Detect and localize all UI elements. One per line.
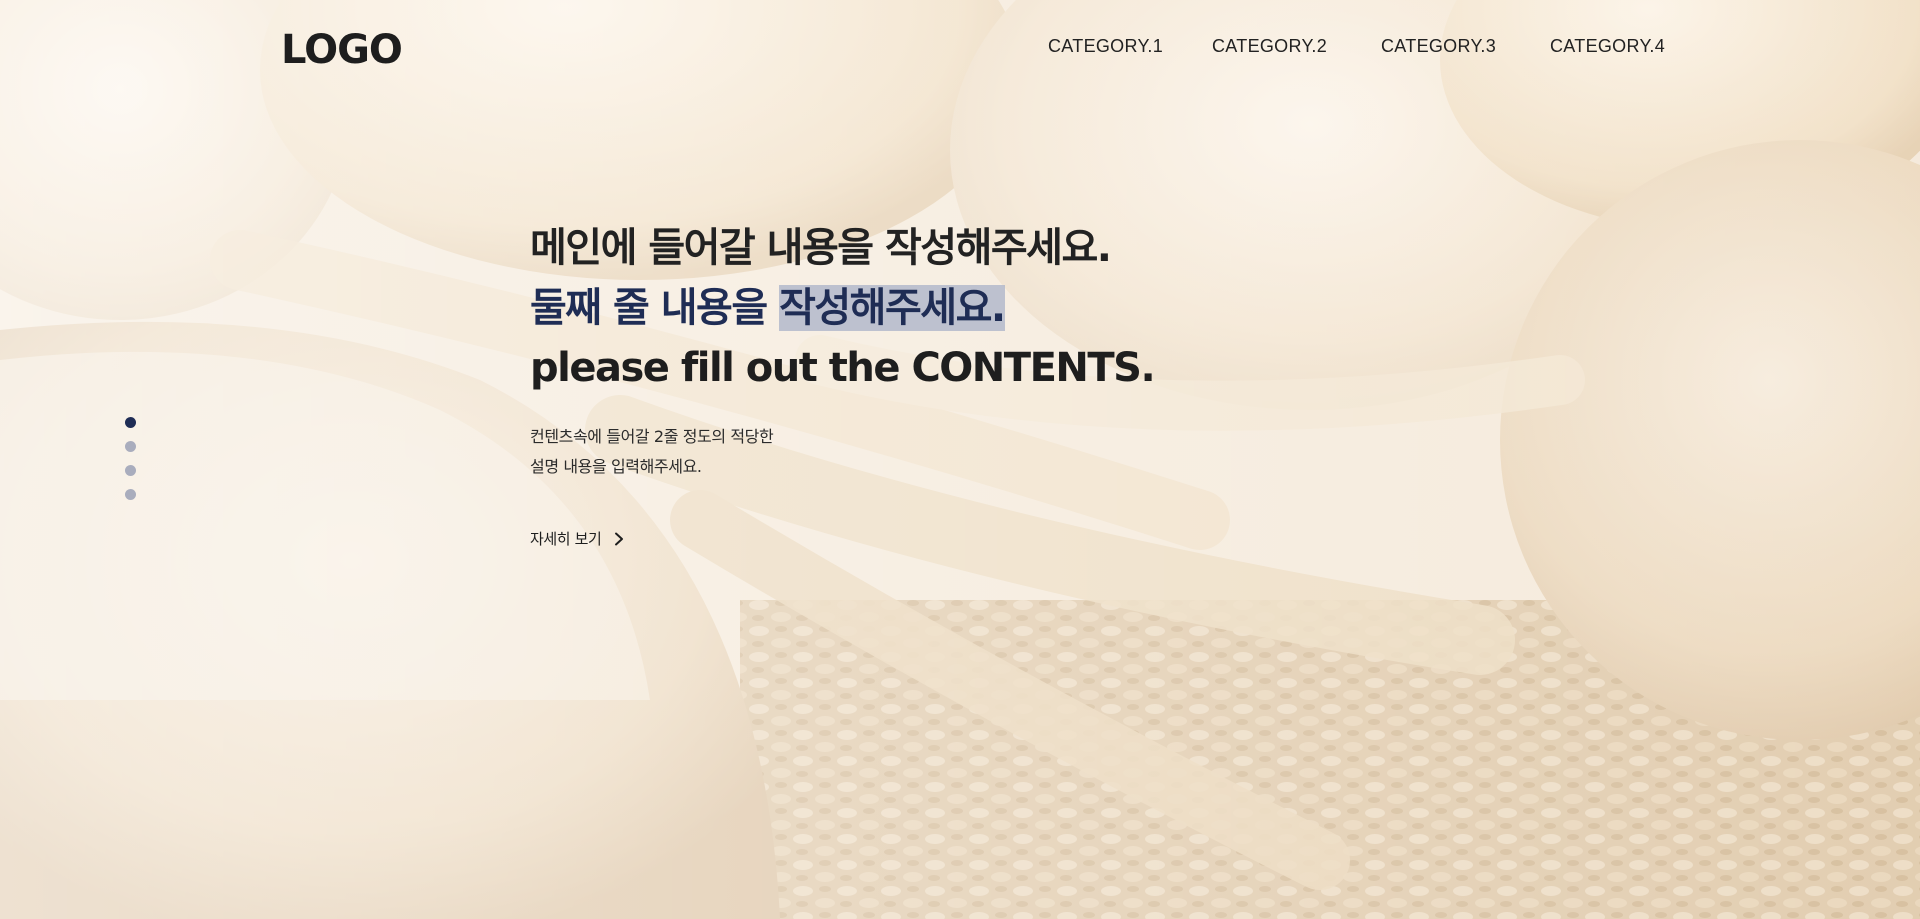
background-overlay [0, 0, 1920, 919]
nav-item-category-2[interactable]: CATEGORY.2 [1212, 34, 1327, 58]
headline-line-1: 메인에 들어갈 내용을 작성해주세요. [530, 225, 1112, 271]
headline-line-2-text: 둘째 줄 내용을 [530, 285, 780, 331]
more-link-label: 자세히 보기 [530, 530, 602, 548]
logo[interactable]: LOGO [281, 24, 403, 76]
headline-line-2: 둘째 줄 내용을 작성해주세요. [530, 278, 1154, 338]
nav-item-category-1[interactable]: CATEGORY.1 [1048, 34, 1163, 58]
slider-dot-4[interactable] [125, 489, 136, 500]
nav-item-category-3[interactable]: CATEGORY.3 [1381, 34, 1496, 58]
headline-line-2-highlight: 작성해주세요. [779, 285, 1006, 331]
slider-pagination [125, 417, 137, 513]
description-line-1: 컨텐츠속에 들어갈 2줄 정도의 적당한 [530, 427, 774, 446]
slider-dot-2[interactable] [125, 441, 136, 452]
hero-headline: 메인에 들어갈 내용을 작성해주세요. 둘째 줄 내용을 작성해주세요. ple… [530, 218, 1156, 398]
chevron-right-icon [615, 532, 624, 545]
slider-dot-1[interactable] [125, 417, 136, 428]
hero-description: 컨텐츠속에 들어갈 2줄 정도의 적당한 설명 내용을 입력해주세요. [530, 422, 774, 482]
headline-line-3: please fill out the CONTENTS. [530, 345, 1156, 391]
more-link[interactable]: 자세히 보기 [530, 528, 625, 549]
hero-section: LOGO CATEGORY.1 CATEGORY.2 CATEGORY.3 CA… [0, 0, 1920, 919]
nav-item-category-4[interactable]: CATEGORY.4 [1550, 34, 1665, 58]
slider-dot-3[interactable] [125, 465, 136, 476]
description-line-2: 설명 내용을 입력해주세요. [530, 457, 702, 476]
site-header: LOGO CATEGORY.1 CATEGORY.2 CATEGORY.3 CA… [0, 0, 1920, 100]
